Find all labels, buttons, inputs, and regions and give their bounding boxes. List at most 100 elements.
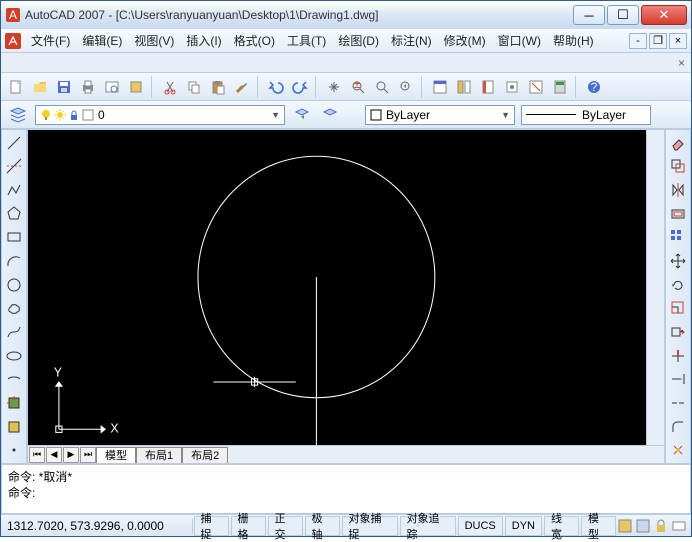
lwt-toggle[interactable]: 线宽	[544, 516, 579, 536]
copy-tool[interactable]	[667, 156, 689, 178]
menu-window[interactable]: 窗口(W)	[492, 30, 547, 51]
tab-layout1[interactable]: 布局1	[136, 447, 182, 463]
polar-toggle[interactable]: 极轴	[305, 516, 340, 536]
help-button[interactable]: ?	[583, 76, 605, 98]
move-tool[interactable]	[667, 250, 689, 272]
linetype-dropdown[interactable]: ByLayer	[521, 105, 651, 125]
revision-cloud-tool[interactable]	[3, 297, 25, 319]
tab-layout2[interactable]: 布局2	[182, 447, 228, 463]
horizontal-scrollbar[interactable]: ⏮ ◀ ▶ ⏭ 模型 布局1 布局2	[28, 445, 664, 463]
save-button[interactable]	[53, 76, 75, 98]
ducs-toggle[interactable]: DUCS	[458, 516, 503, 536]
cut-button[interactable]	[159, 76, 181, 98]
layer-previous-button[interactable]	[291, 104, 313, 126]
explode-tool[interactable]	[667, 439, 689, 461]
stretch-tool[interactable]	[667, 321, 689, 343]
extend-tool[interactable]	[667, 368, 689, 390]
polyline-tool[interactable]	[3, 179, 25, 201]
close-button[interactable]: ✕	[641, 5, 687, 25]
tab-next[interactable]: ▶	[63, 447, 79, 463]
undo-button[interactable]	[265, 76, 287, 98]
tool-palettes-button[interactable]	[477, 76, 499, 98]
construction-line-tool[interactable]	[3, 156, 25, 178]
status-icon-2[interactable]	[635, 518, 651, 534]
design-center-button[interactable]	[453, 76, 475, 98]
scale-tool[interactable]	[667, 297, 689, 319]
zoom-previous-button[interactable]	[395, 76, 417, 98]
menu-dimension[interactable]: 标注(N)	[385, 30, 438, 51]
print-button[interactable]	[77, 76, 99, 98]
rotate-tool[interactable]	[667, 274, 689, 296]
properties-button[interactable]	[429, 76, 451, 98]
open-button[interactable]	[29, 76, 51, 98]
status-icon-1[interactable]	[617, 518, 633, 534]
layer-states-button[interactable]	[319, 104, 341, 126]
minimize-button[interactable]: ─	[573, 5, 605, 25]
paste-button[interactable]	[207, 76, 229, 98]
layer-manager-button[interactable]	[7, 104, 29, 126]
menu-format[interactable]: 格式(O)	[228, 30, 281, 51]
plot-preview-button[interactable]	[101, 76, 123, 98]
tab-model[interactable]: 模型	[96, 447, 136, 463]
status-icon-4[interactable]	[671, 518, 687, 534]
sheet-set-button[interactable]	[501, 76, 523, 98]
menu-edit[interactable]: 编辑(E)	[76, 30, 128, 51]
redo-button[interactable]	[289, 76, 311, 98]
dyn-toggle[interactable]: DYN	[505, 516, 542, 536]
command-line[interactable]: 命令: *取消* 命令:	[1, 464, 691, 514]
tab-last[interactable]: ⏭	[80, 447, 96, 463]
maximize-button[interactable]: ☐	[607, 5, 639, 25]
drawing-canvas[interactable]: X Y	[28, 130, 646, 445]
arc-tool[interactable]	[3, 250, 25, 272]
vertical-scrollbar[interactable]	[646, 130, 664, 445]
line-tool[interactable]	[3, 132, 25, 154]
copy-button[interactable]	[183, 76, 205, 98]
menu-insert[interactable]: 插入(I)	[180, 30, 227, 51]
markup-button[interactable]	[525, 76, 547, 98]
pan-button[interactable]	[323, 76, 345, 98]
tab-first[interactable]: ⏮	[29, 447, 45, 463]
new-button[interactable]	[5, 76, 27, 98]
menu-modify[interactable]: 修改(M)	[438, 30, 492, 51]
erase-tool[interactable]	[667, 132, 689, 154]
status-lock-icon[interactable]	[653, 518, 669, 534]
mdi-restore[interactable]: ❐	[649, 33, 667, 49]
osnap-toggle[interactable]: 对象捕捉	[342, 516, 398, 536]
mdi-minimize[interactable]: -	[629, 33, 647, 49]
color-dropdown[interactable]: ByLayer ▼	[365, 105, 515, 125]
coordinates-display[interactable]: 1312.7020, 573.9296, 0.0000	[1, 519, 193, 533]
otrack-toggle[interactable]: 对象追踪	[400, 516, 456, 536]
acad-menu-icon[interactable]	[5, 33, 21, 49]
layer-dropdown[interactable]: 0 ▼	[35, 105, 285, 125]
quickcalc-button[interactable]	[549, 76, 571, 98]
spline-tool[interactable]	[3, 321, 25, 343]
model-toggle[interactable]: 模型	[581, 516, 616, 536]
publish-button[interactable]	[125, 76, 147, 98]
menu-tools[interactable]: 工具(T)	[281, 30, 332, 51]
array-tool[interactable]	[667, 227, 689, 249]
polygon-tool[interactable]	[3, 203, 25, 225]
menu-help[interactable]: 帮助(H)	[547, 30, 600, 51]
mdi-close[interactable]: ×	[669, 33, 687, 49]
zoom-realtime-button[interactable]: ±	[347, 76, 369, 98]
mirror-tool[interactable]	[667, 179, 689, 201]
offset-tool[interactable]	[667, 203, 689, 225]
menu-file[interactable]: 文件(F)	[25, 30, 76, 51]
make-block-tool[interactable]	[3, 416, 25, 438]
toolbar-close-icon[interactable]: ×	[678, 56, 685, 70]
grid-toggle[interactable]: 栅格	[231, 516, 266, 536]
match-props-button[interactable]	[231, 76, 253, 98]
menu-draw[interactable]: 绘图(D)	[332, 30, 385, 51]
zoom-window-button[interactable]	[371, 76, 393, 98]
ellipse-arc-tool[interactable]	[3, 368, 25, 390]
fillet-tool[interactable]	[667, 416, 689, 438]
point-tool[interactable]	[3, 439, 25, 461]
menu-view[interactable]: 视图(V)	[128, 30, 180, 51]
trim-tool[interactable]	[667, 345, 689, 367]
snap-toggle[interactable]: 捕捉	[194, 516, 229, 536]
ellipse-tool[interactable]	[3, 345, 25, 367]
rectangle-tool[interactable]	[3, 227, 25, 249]
ortho-toggle[interactable]: 正交	[268, 516, 303, 536]
circle-tool[interactable]	[3, 274, 25, 296]
tab-prev[interactable]: ◀	[46, 447, 62, 463]
